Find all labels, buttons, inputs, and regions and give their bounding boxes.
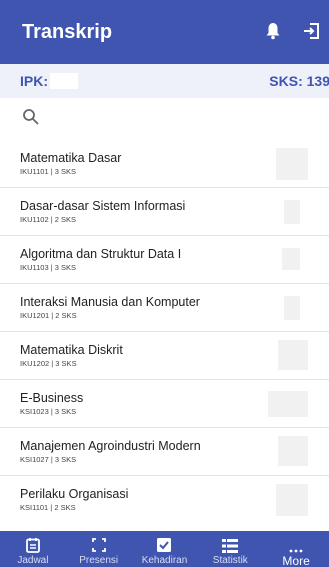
nav-label: More (282, 554, 310, 567)
ipk-value-redacted (50, 73, 78, 89)
grade-box (268, 391, 308, 417)
grade-box (276, 148, 308, 180)
nav-presensi[interactable]: Presensi (66, 531, 132, 567)
grade-box (284, 296, 300, 320)
search-button[interactable] (0, 98, 329, 140)
checkbox-icon (157, 538, 172, 552)
search-icon[interactable] (22, 108, 40, 131)
grade-box (278, 436, 308, 466)
course-name: Dasar-dasar Sistem Informasi (20, 199, 186, 213)
page-title: Transkrip (22, 20, 113, 43)
more-icon (289, 549, 303, 553)
nav-label: Statistik (212, 555, 248, 566)
nav-kehadiran[interactable]: Kehadiran (132, 531, 198, 567)
list-item[interactable]: Perilaku Organisasi KSI1101 | 2 SKS (0, 476, 329, 524)
nav-label: Jadwal (17, 555, 49, 566)
list-item[interactable]: Matematika Diskrit IKU1202 | 3 SKS (0, 332, 329, 380)
summary-bar: IPK: SKS: 139 (0, 64, 329, 98)
grade-box (282, 248, 300, 270)
scan-icon (91, 538, 106, 552)
ipk-summary: IPK: (20, 73, 78, 89)
logout-icon[interactable] (303, 22, 321, 40)
sks-total: SKS: 139 (269, 73, 329, 89)
calendar-icon (25, 538, 40, 553)
appbar-actions (265, 22, 321, 40)
list-item[interactable]: Interaksi Manusia dan Komputer IKU1201 |… (0, 284, 329, 332)
nav-label: Kehadiran (141, 555, 188, 566)
grade-box (284, 200, 300, 224)
grade-box (276, 484, 308, 516)
bell-icon[interactable] (265, 22, 281, 40)
app-bar: Transkrip (0, 0, 329, 64)
nav-more[interactable]: More (263, 531, 329, 567)
nav-statistik[interactable]: Statistik (197, 531, 263, 567)
list-item[interactable]: Manajemen Agroindustri Modern KSI1027 | … (0, 428, 329, 476)
course-meta: IKU1102 | 2 SKS (20, 215, 77, 224)
ipk-label: IPK: (20, 73, 48, 89)
course-name: Interaksi Manusia dan Komputer (20, 295, 200, 309)
bottom-navigation: Jadwal Presensi Kehadiran Statistik More (0, 531, 329, 567)
list-item[interactable]: Matematika Dasar IKU1101 | 3 SKS (0, 140, 329, 188)
list-item[interactable]: Dasar-dasar Sistem Informasi IKU1102 | 2… (0, 188, 329, 236)
list-item[interactable]: E-Business KSI1023 | 3 SKS (0, 380, 329, 428)
course-meta: IKU1201 | 2 SKS (20, 311, 77, 320)
course-list: Matematika Dasar IKU1101 | 3 SKS Dasar-d… (0, 140, 329, 524)
grade-box (278, 340, 308, 370)
nav-label: Presensi (79, 555, 119, 566)
list-icon (222, 539, 239, 553)
nav-jadwal[interactable]: Jadwal (0, 531, 66, 567)
list-item[interactable]: Algoritma dan Struktur Data I IKU1103 | … (0, 236, 329, 284)
